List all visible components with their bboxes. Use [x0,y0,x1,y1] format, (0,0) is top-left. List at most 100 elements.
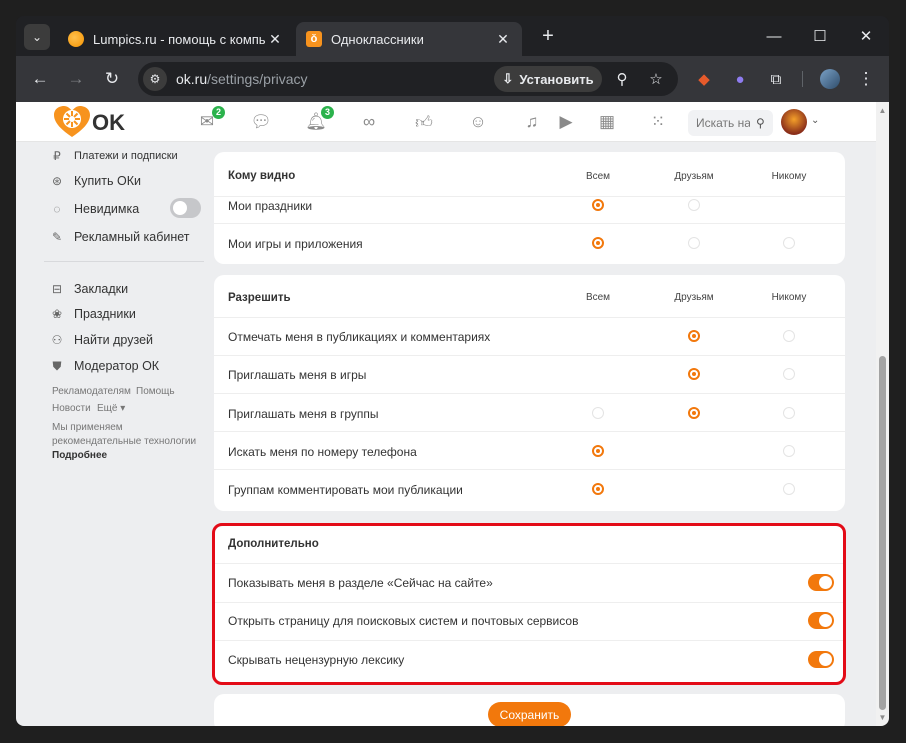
extension-ghost-button[interactable]: ● [728,67,752,91]
row-divider [214,355,845,356]
sidebar-item-label: Платежи и подписки [74,150,178,162]
guests-button[interactable]: ∞ [358,111,380,133]
radio-all[interactable] [592,237,604,249]
sidebar-item-invisible[interactable]: ◌ Невидимка [50,200,139,218]
back-button[interactable]: ← [28,67,52,91]
close-icon[interactable]: ✕ [266,31,284,48]
new-tab-button[interactable]: + [536,24,560,48]
tab-lumpics[interactable]: Lumpics.ru - помощь с компь ✕ [58,22,294,56]
forward-button[interactable]: → [64,67,88,91]
star-icon: ☆ [649,71,663,88]
extensions-button[interactable]: ⧉ [764,67,788,91]
radio-all[interactable] [592,199,604,211]
coin-icon: ⊛ [51,174,63,188]
fox-icon: ◆ [698,71,710,88]
radio-friends[interactable] [688,237,700,249]
radio-all[interactable] [592,445,604,457]
sidebar-item-find-friends[interactable]: ⚇ Найти друзей [50,331,153,349]
sidebar-item-buy-ok[interactable]: ⊛ Купить ОКи [50,172,141,190]
invisible-toggle[interactable] [170,198,201,218]
messages-badge: 2 [212,106,225,119]
tab-odnoklassniki[interactable]: ǒ Одноклассники ✕ [296,22,522,56]
column-header: Друзьям [674,292,714,303]
scroll-down-icon[interactable]: ▼ [878,713,887,722]
video-button[interactable]: ▶ [555,111,577,133]
radio-all[interactable] [592,407,604,419]
save-button[interactable]: Сохранить [488,702,571,726]
footer-link-help[interactable]: Помощь [136,386,175,397]
footer-link-news[interactable]: Новости [52,403,91,414]
grid-icon: ⁙ [650,112,666,131]
row-label: Приглашать меня в игры [228,368,367,382]
music-button[interactable]: ♫ [521,111,543,133]
site-settings-button[interactable]: ⚙ [143,67,167,91]
radio-nobody[interactable] [783,407,795,419]
radio-nobody[interactable] [783,330,795,342]
messages-button[interactable]: ✉ 2 [196,106,225,133]
highlight-frame [212,523,846,685]
apps-button[interactable]: ⁙ [647,111,669,133]
minimize-button[interactable]: — [759,24,789,48]
reload-button[interactable]: ↻ [100,67,124,91]
ok-search[interactable]: ⚲ [688,110,773,136]
install-app-button[interactable]: ⇩ Установить [494,66,602,92]
radio-friends[interactable] [688,407,700,419]
radio-friends[interactable] [688,199,700,211]
extension-fox-button[interactable]: ◆ [692,67,716,91]
footer-link-advertisers[interactable]: Рекламодателям [52,386,131,397]
row-divider [214,469,845,470]
maximize-button[interactable]: ☐ [805,24,835,48]
page-scrollbar[interactable]: ▲ ▼ [876,102,889,726]
row-divider [214,431,845,432]
radio-nobody[interactable] [783,445,795,457]
profile-avatar[interactable] [820,69,840,89]
radio-nobody[interactable] [783,368,795,380]
friends-button[interactable]: ☺ [467,111,489,133]
browser-toolbar: ← → ↻ ⚙ ok.ru/settings/privacy ⇩ Установ… [16,56,889,102]
notifications-button[interactable]: 🔔︎ 3 [305,106,334,133]
card-title: Разрешить [228,292,291,304]
row-divider [214,196,845,197]
sidebar-item-payments[interactable]: ₽ Платежи и подписки [50,147,178,165]
tab-search-button[interactable]: ⌄ [24,24,50,50]
sidebar-item-ad-cabinet[interactable]: ✎ Рекламный кабинет [50,228,190,246]
radio-friends[interactable] [688,368,700,380]
radio-nobody[interactable] [783,483,795,495]
scrollbar-thumb[interactable] [879,356,886,710]
chat-bubble-icon: 💬︎ [250,112,272,131]
events-button[interactable]: ▦ [596,111,618,133]
close-icon[interactable]: ✕ [494,31,512,48]
discussions-button[interactable]: 💬︎ [250,111,272,133]
scroll-up-icon[interactable]: ▲ [878,106,887,115]
toolbar-divider [802,71,803,87]
notifications-badge: 3 [321,106,334,119]
sidebar-item-moderator[interactable]: ⛊ Модератор ОК [50,357,159,375]
chevron-down-icon[interactable]: ⌄ [811,115,819,126]
zoom-button[interactable]: ⚲ [612,69,632,89]
row-divider [214,317,845,318]
search-icon[interactable]: ⚲ [756,116,765,130]
row-divider [214,223,845,224]
user-avatar[interactable] [781,109,807,135]
ok-logo-icon[interactable] [52,105,92,139]
ok-logo-text[interactable]: OK [92,110,125,136]
sidebar-item-bookmarks[interactable]: ⊟ Закладки [50,280,128,298]
footer-link-details[interactable]: Подробнее [52,450,107,461]
sidebar-item-label: Купить ОКи [74,174,141,188]
sidebar-item-holidays[interactable]: ❀ Праздники [50,305,136,323]
radio-nobody[interactable] [783,237,795,249]
url-text[interactable]: ok.ru/settings/privacy [176,71,308,87]
search-input[interactable] [696,116,750,130]
footer-link-more[interactable]: Ещё ▾ [97,403,125,414]
bookmark-star-button[interactable]: ☆ [646,69,666,89]
browser-menu-button[interactable]: ⋮ [854,67,878,91]
likes-button[interactable]: 👍︎ [413,111,435,133]
close-window-button[interactable]: ✕ [851,24,881,48]
address-bar[interactable]: ⚙ ok.ru/settings/privacy ⇩ Установить ⚲ … [138,62,678,96]
plus-icon: + [542,24,554,47]
tab-title: Lumpics.ru - помощь с компь [93,31,266,47]
radio-friends[interactable] [688,330,700,342]
invisible-icon: ◌ [53,202,61,216]
radio-all[interactable] [592,483,604,495]
row-label: Группам комментировать мои публикации [228,483,463,497]
